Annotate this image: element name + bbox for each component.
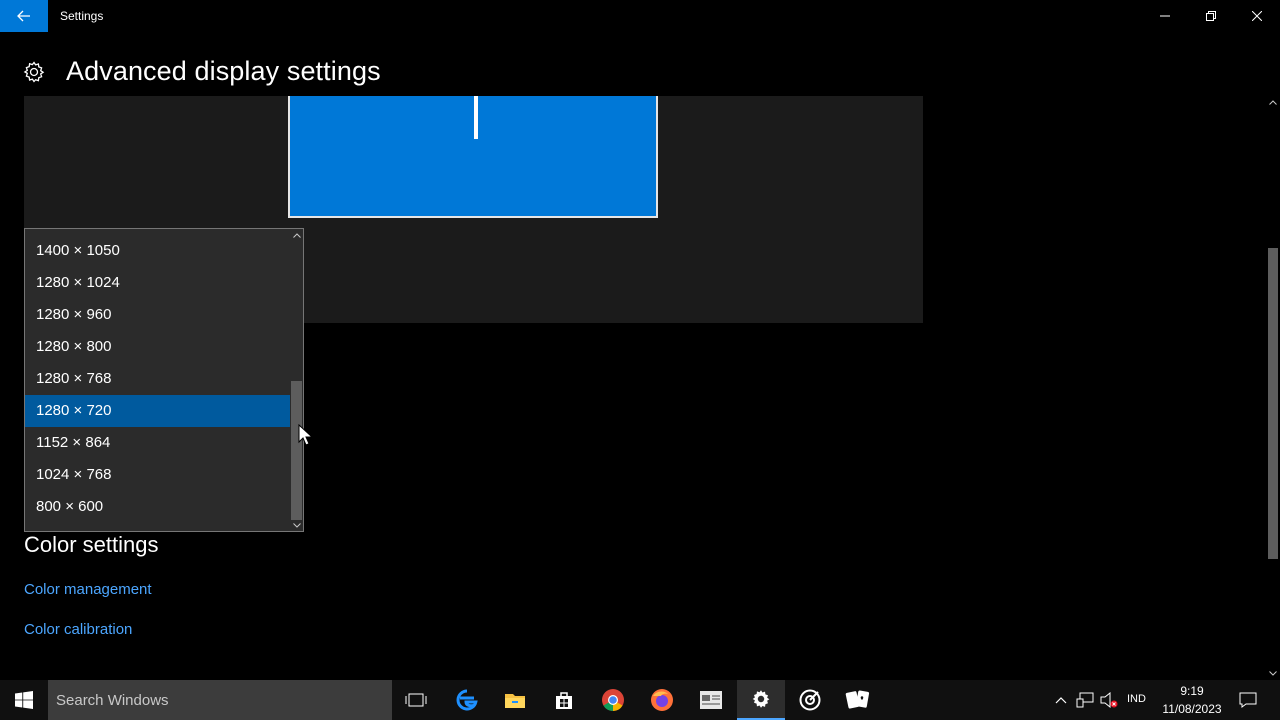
store-taskbar-button[interactable] — [540, 680, 588, 720]
show-hidden-icons-button[interactable] — [1052, 680, 1070, 720]
resolution-option[interactable]: 1280 × 768 — [25, 363, 291, 395]
resolution-option[interactable]: 1280 × 1024 — [25, 267, 291, 299]
taskbar-search-placeholder: Search Windows — [56, 692, 169, 709]
task-view-button[interactable] — [392, 680, 440, 720]
page-scroll-down-button[interactable] — [1266, 667, 1280, 679]
app-window-icon — [700, 691, 722, 709]
color-calibration-link[interactable]: Color calibration — [24, 621, 132, 638]
resolution-option[interactable]: 1400 × 1050 — [25, 235, 291, 267]
minimize-icon — [1160, 15, 1170, 17]
action-center-button[interactable] — [1234, 680, 1262, 720]
dropdown-scrollbar-thumb[interactable] — [291, 381, 302, 520]
restore-button[interactable] — [1188, 0, 1234, 32]
file-explorer-icon — [505, 694, 525, 708]
resolution-option[interactable]: 1280 × 960 — [25, 299, 291, 331]
dropdown-scroll-down-button[interactable] — [290, 519, 303, 531]
close-icon — [1252, 11, 1262, 21]
page-scroll-up-button[interactable] — [1266, 96, 1280, 108]
settings-gear-icon — [23, 61, 45, 83]
window-title: Settings — [60, 9, 104, 23]
target-app-taskbar-button[interactable] — [786, 680, 834, 720]
resolution-option[interactable]: 1024 × 768 — [25, 459, 291, 491]
chevron-down-icon — [1269, 670, 1277, 676]
store-bag-icon — [556, 692, 572, 709]
close-button[interactable] — [1234, 0, 1280, 32]
edge-icon — [456, 689, 478, 711]
app-window-taskbar-button[interactable] — [687, 680, 735, 720]
mouse-cursor-icon — [298, 424, 312, 446]
minimize-button[interactable] — [1142, 0, 1188, 32]
display-monitor-1[interactable] — [288, 96, 658, 218]
title-bar — [0, 0, 1280, 32]
chevron-down-icon — [292, 522, 301, 528]
notification-icon — [1239, 692, 1257, 708]
dropdown-scroll-up-button[interactable] — [290, 229, 303, 241]
resolution-option[interactable]: 1280 × 800 — [25, 331, 291, 363]
solitaire-taskbar-button[interactable] — [834, 680, 882, 720]
start-button[interactable] — [0, 680, 48, 720]
resolution-option-selected[interactable]: 1280 × 720 — [25, 395, 291, 427]
windows-logo-icon — [15, 691, 33, 709]
resolution-dropdown-list[interactable]: 1400 × 1050 1280 × 1024 1280 × 960 1280 … — [24, 228, 304, 532]
chevron-up-icon — [1055, 696, 1067, 703]
chevron-up-icon — [1269, 99, 1277, 105]
page-scrollbar-thumb[interactable] — [1268, 248, 1278, 559]
edge-taskbar-button[interactable] — [443, 680, 491, 720]
resolution-option[interactable]: 800 × 600 — [25, 491, 291, 523]
volume-muted-icon — [1100, 692, 1118, 708]
clock-time[interactable]: 9:19 — [1163, 684, 1221, 698]
firefox-taskbar-button[interactable] — [638, 680, 686, 720]
volume-muted-tray-button[interactable] — [1098, 680, 1120, 720]
page-title: Advanced display settings — [66, 56, 381, 86]
chrome-icon — [602, 689, 624, 711]
solitaire-cards-icon — [845, 690, 870, 709]
settings-gear-icon — [752, 690, 770, 708]
back-arrow-icon — [17, 10, 30, 22]
network-icon — [1076, 692, 1094, 708]
firefox-icon — [651, 689, 673, 711]
target-app-icon — [799, 689, 821, 711]
chevron-up-icon — [292, 232, 301, 238]
input-language-indicator[interactable]: IND — [1127, 693, 1146, 705]
clock-date[interactable]: 11/08/2023 — [1160, 702, 1224, 716]
restore-icon — [1206, 11, 1216, 21]
back-button[interactable] — [0, 0, 48, 32]
settings-taskbar-button[interactable] — [737, 680, 785, 720]
task-view-icon — [405, 693, 427, 707]
color-settings-heading: Color settings — [24, 532, 159, 557]
monitor-number-label — [474, 96, 478, 139]
color-management-link[interactable]: Color management — [24, 581, 152, 598]
network-tray-button[interactable] — [1074, 680, 1096, 720]
file-explorer-taskbar-button[interactable] — [491, 680, 539, 720]
chrome-taskbar-button[interactable] — [589, 680, 637, 720]
resolution-option[interactable]: 1152 × 864 — [25, 427, 291, 459]
